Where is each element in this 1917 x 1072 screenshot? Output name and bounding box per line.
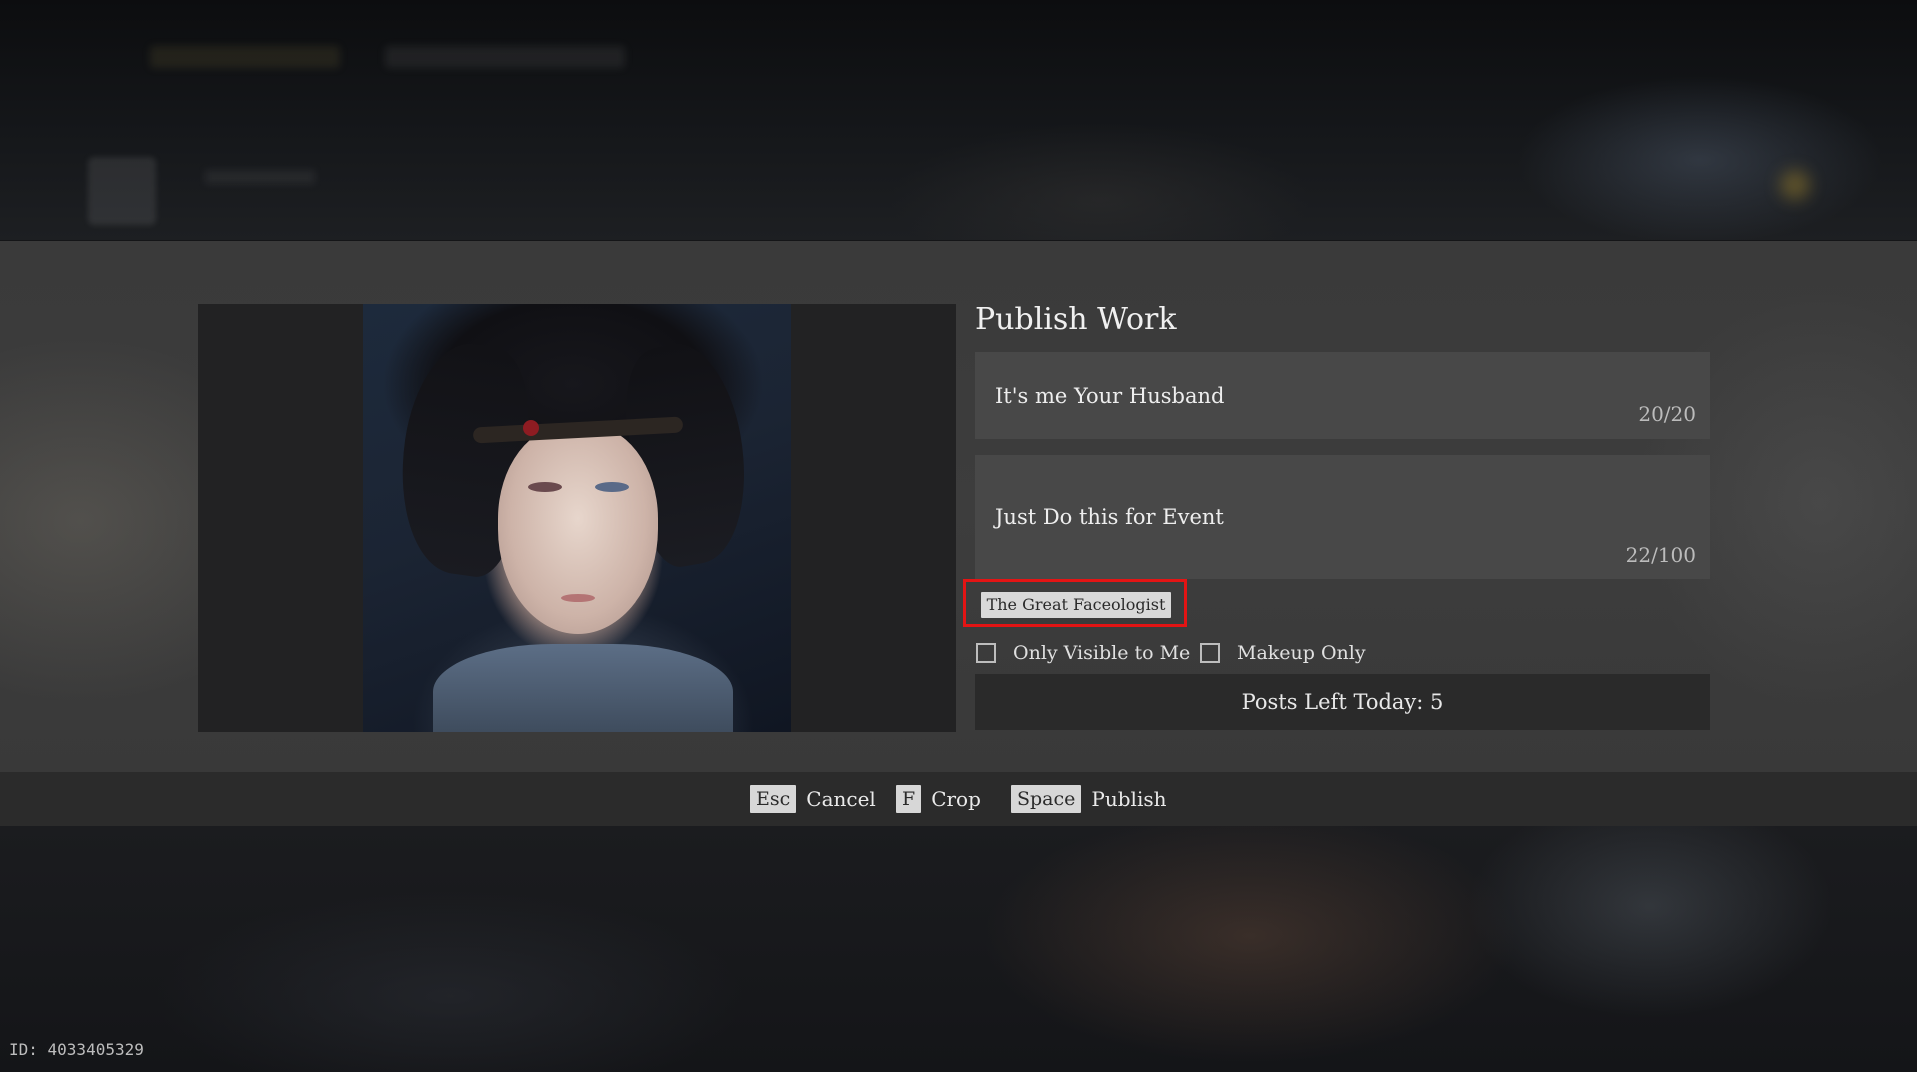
user-id-label: ID: 4033405329 bbox=[9, 1040, 144, 1059]
blurred-glow bbox=[1780, 170, 1810, 200]
crop-button[interactable]: F Crop bbox=[896, 785, 981, 813]
checkbox-label: Only Visible to Me bbox=[1013, 642, 1191, 664]
blurred-tab bbox=[385, 46, 625, 68]
character-portrait-image bbox=[363, 304, 791, 732]
work-description-input[interactable]: Just Do this for Event 22/100 bbox=[975, 455, 1710, 579]
portrait-collar bbox=[433, 644, 733, 732]
portrait-eye bbox=[528, 482, 562, 492]
checkbox-box[interactable] bbox=[976, 643, 996, 663]
portrait-lips bbox=[561, 594, 595, 602]
tag-chip[interactable]: The Great Faceologist bbox=[981, 592, 1171, 618]
work-description-counter: 22/100 bbox=[1625, 543, 1696, 567]
background-scene-bottom bbox=[0, 826, 1917, 1072]
checkbox-box[interactable] bbox=[1200, 643, 1220, 663]
publish-label: Publish bbox=[1091, 787, 1167, 811]
work-title-value: It's me Your Husband bbox=[995, 384, 1225, 408]
portrait-eye bbox=[595, 482, 629, 492]
blurred-tab bbox=[150, 46, 340, 68]
makeup-only-checkbox[interactable]: Makeup Only bbox=[1200, 640, 1366, 666]
work-title-counter: 20/20 bbox=[1638, 402, 1696, 426]
cancel-label: Cancel bbox=[806, 787, 876, 811]
preview-frame bbox=[198, 304, 956, 732]
cancel-button[interactable]: Esc Cancel bbox=[750, 785, 876, 813]
esc-key-icon: Esc bbox=[750, 785, 797, 813]
key-hint-bar: Esc Cancel F Crop Space Publish bbox=[0, 772, 1917, 826]
portrait-face bbox=[498, 424, 658, 634]
portrait-gem bbox=[523, 420, 539, 436]
crop-label: Crop bbox=[931, 787, 981, 811]
blurred-text bbox=[205, 170, 315, 184]
publish-button[interactable]: Space Publish bbox=[1011, 785, 1166, 813]
only-visible-to-me-checkbox[interactable]: Only Visible to Me bbox=[976, 640, 1190, 666]
background-scene-top bbox=[0, 0, 1917, 240]
f-key-icon: F bbox=[896, 785, 922, 813]
posts-left-status: Posts Left Today: 5 bbox=[975, 674, 1710, 730]
space-key-icon: Space bbox=[1011, 785, 1082, 813]
work-title-input[interactable]: It's me Your Husband 20/20 bbox=[975, 352, 1710, 439]
work-description-value: Just Do this for Event bbox=[995, 505, 1224, 529]
blurred-avatar bbox=[88, 157, 156, 225]
dialog-title: Publish Work bbox=[975, 302, 1177, 337]
checkbox-label: Makeup Only bbox=[1237, 642, 1366, 664]
